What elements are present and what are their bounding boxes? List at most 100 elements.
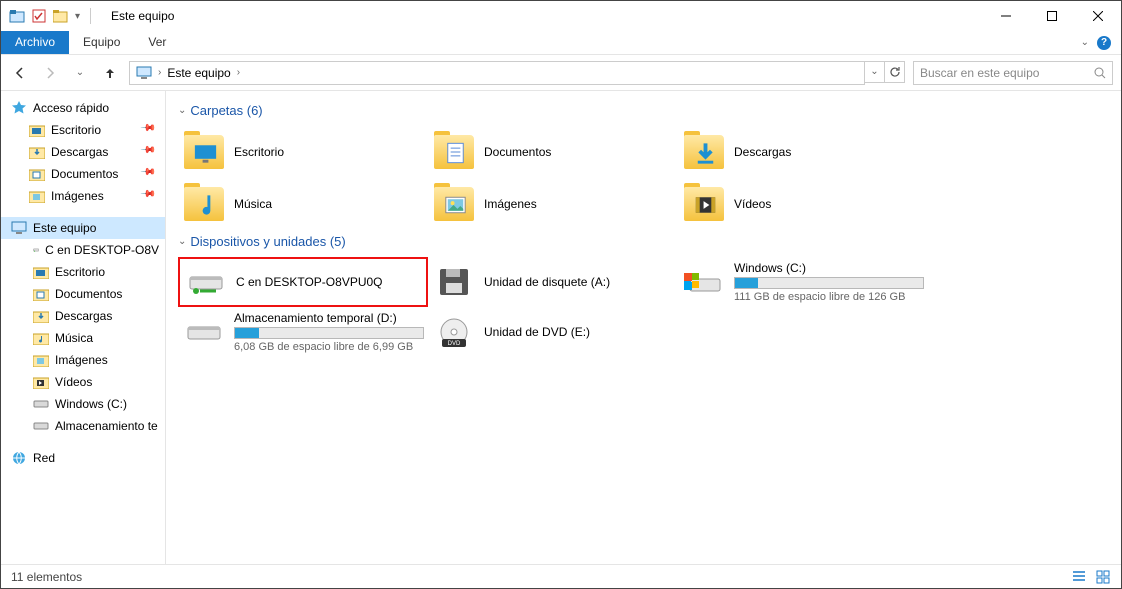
window-title: Este equipo: [103, 9, 174, 23]
back-button[interactable]: [9, 62, 31, 84]
folder-icon: [434, 184, 474, 224]
status-text: 11 elementos: [11, 570, 82, 584]
storage-text: 6,08 GB de espacio libre de 6,99 GB: [234, 341, 424, 353]
folder-label: Vídeos: [734, 197, 771, 211]
breadcrumb[interactable]: Este equipo: [167, 66, 230, 80]
pin-icon: 📌: [139, 120, 160, 141]
sidebar-item-quick-access[interactable]: Acceso rápido: [1, 97, 165, 119]
pc-icon: [136, 65, 152, 81]
ribbon-expand-icon[interactable]: ⌄: [1081, 37, 1089, 48]
sidebar-item-imagenes-pc[interactable]: Imágenes: [1, 349, 165, 371]
tab-ver[interactable]: Ver: [134, 31, 180, 54]
tab-equipo[interactable]: Equipo: [69, 31, 134, 54]
folder-tile[interactable]: Vídeos: [678, 178, 928, 230]
chevron-down-icon: ⌄: [178, 105, 186, 116]
quick-access-toolbar: ▾: [1, 8, 103, 24]
device-label: Almacenamiento temporal (D:): [234, 311, 424, 325]
details-view-icon[interactable]: [1071, 569, 1087, 585]
close-button[interactable]: [1075, 1, 1121, 31]
folder-icon: [33, 375, 49, 389]
folder-label: Descargas: [734, 145, 791, 159]
folder-tile[interactable]: Imágenes: [428, 178, 678, 230]
address-dropdown[interactable]: ⌄: [865, 61, 885, 83]
sidebar-item-musica-pc[interactable]: Música: [1, 327, 165, 349]
device-label: C en DESKTOP-O8VPU0Q: [236, 275, 420, 289]
properties-icon[interactable]: [31, 8, 47, 24]
star-icon: [11, 100, 27, 116]
search-input[interactable]: Buscar en este equipo: [913, 61, 1113, 85]
folder-icon: [29, 145, 45, 159]
group-folders[interactable]: ⌄ Carpetas (6): [178, 103, 1109, 118]
folder-tile[interactable]: Música: [178, 178, 428, 230]
device-icon: DVD: [434, 315, 474, 349]
svg-text:DVD: DVD: [448, 341, 461, 347]
folder-icon: [33, 265, 49, 279]
folder-label: Documentos: [484, 145, 551, 159]
pin-icon: 📌: [139, 142, 160, 163]
sidebar: Acceso rápido Escritorio📌 Descargas📌 Doc…: [1, 91, 166, 564]
folder-icon: [29, 123, 45, 137]
sidebar-item-escritorio-pc[interactable]: Escritorio: [1, 261, 165, 283]
folder-tile[interactable]: Escritorio: [178, 126, 428, 178]
sidebar-item-escritorio[interactable]: Escritorio📌: [1, 119, 165, 141]
folder-label: Escritorio: [234, 145, 284, 159]
sidebar-item-documentos[interactable]: Documentos📌: [1, 163, 165, 185]
folder-icon: [33, 309, 49, 323]
sidebar-item-este-equipo[interactable]: Este equipo: [1, 217, 165, 239]
folder-label: Música: [234, 197, 272, 211]
pin-icon: 📌: [139, 164, 160, 185]
group-devices[interactable]: ⌄ Dispositivos y unidades (5): [178, 234, 1109, 249]
device-label: Windows (C:): [734, 261, 924, 275]
ribbon: Archivo Equipo Ver ⌄ ?: [1, 31, 1121, 55]
folder-icon: [29, 167, 45, 181]
folder-icon: [434, 132, 474, 172]
minimize-button[interactable]: [983, 1, 1029, 31]
folder-tile[interactable]: Descargas: [678, 126, 928, 178]
refresh-button[interactable]: [885, 61, 905, 83]
recent-dropdown[interactable]: ⌄: [69, 62, 91, 84]
sidebar-item-videos-pc[interactable]: Vídeos: [1, 371, 165, 393]
help-icon[interactable]: ?: [1097, 36, 1111, 50]
address-bar[interactable]: › Este equipo ›: [129, 61, 865, 85]
sidebar-item-descargas[interactable]: Descargas📌: [1, 141, 165, 163]
qat-dropdown-icon[interactable]: ▾: [75, 11, 80, 22]
folder-icon: [184, 132, 224, 172]
content-pane: ⌄ Carpetas (6) Escritorio Documentos Desca…: [166, 91, 1121, 564]
device-tile[interactable]: Windows (C:) 111 GB de espacio libre de 1…: [678, 257, 928, 307]
nav-row: ⌄ › Este equipo › ⌄ Buscar en este equip…: [1, 55, 1121, 91]
device-icon: [184, 317, 224, 347]
pc-icon: [11, 221, 27, 235]
forward-button[interactable]: [39, 62, 61, 84]
storage-text: 111 GB de espacio libre de 126 GB: [734, 291, 924, 303]
drive-icon: [33, 244, 39, 256]
search-placeholder: Buscar en este equipo: [920, 66, 1039, 80]
icons-view-icon[interactable]: [1095, 569, 1111, 585]
folder-icon: [29, 189, 45, 203]
new-folder-icon[interactable]: [53, 8, 69, 24]
sidebar-item-windows-c[interactable]: Windows (C:): [1, 393, 165, 415]
sidebar-item-netdrive[interactable]: C en DESKTOP-O8V: [1, 239, 165, 261]
device-icon: [186, 267, 226, 297]
folder-icon: [684, 132, 724, 172]
sidebar-item-temp-d[interactable]: Almacenamiento te: [1, 415, 165, 437]
sidebar-item-descargas-pc[interactable]: Descargas: [1, 305, 165, 327]
folder-tile[interactable]: Documentos: [428, 126, 678, 178]
folder-icon: [684, 184, 724, 224]
sidebar-item-imagenes[interactable]: Imágenes📌: [1, 185, 165, 207]
folder-icon: [33, 287, 49, 301]
device-tile[interactable]: DVDUnidad de DVD (E:): [428, 307, 678, 357]
sidebar-item-red[interactable]: Red: [1, 447, 165, 469]
maximize-button[interactable]: [1029, 1, 1075, 31]
chevron-down-icon: ⌄: [178, 236, 186, 247]
folder-icon: [184, 184, 224, 224]
status-bar: 11 elementos: [1, 564, 1121, 588]
device-label: Unidad de disquete (A:): [484, 275, 672, 289]
device-tile[interactable]: Almacenamiento temporal (D:) 6,08 GB de e…: [178, 307, 428, 357]
sidebar-item-documentos-pc[interactable]: Documentos: [1, 283, 165, 305]
device-tile[interactable]: Unidad de disquete (A:): [428, 257, 678, 307]
folder-icon: [33, 353, 49, 367]
device-tile[interactable]: C en DESKTOP-O8VPU0Q: [178, 257, 428, 307]
device-icon: [684, 267, 724, 297]
up-button[interactable]: [99, 62, 121, 84]
tab-archivo[interactable]: Archivo: [1, 31, 69, 54]
